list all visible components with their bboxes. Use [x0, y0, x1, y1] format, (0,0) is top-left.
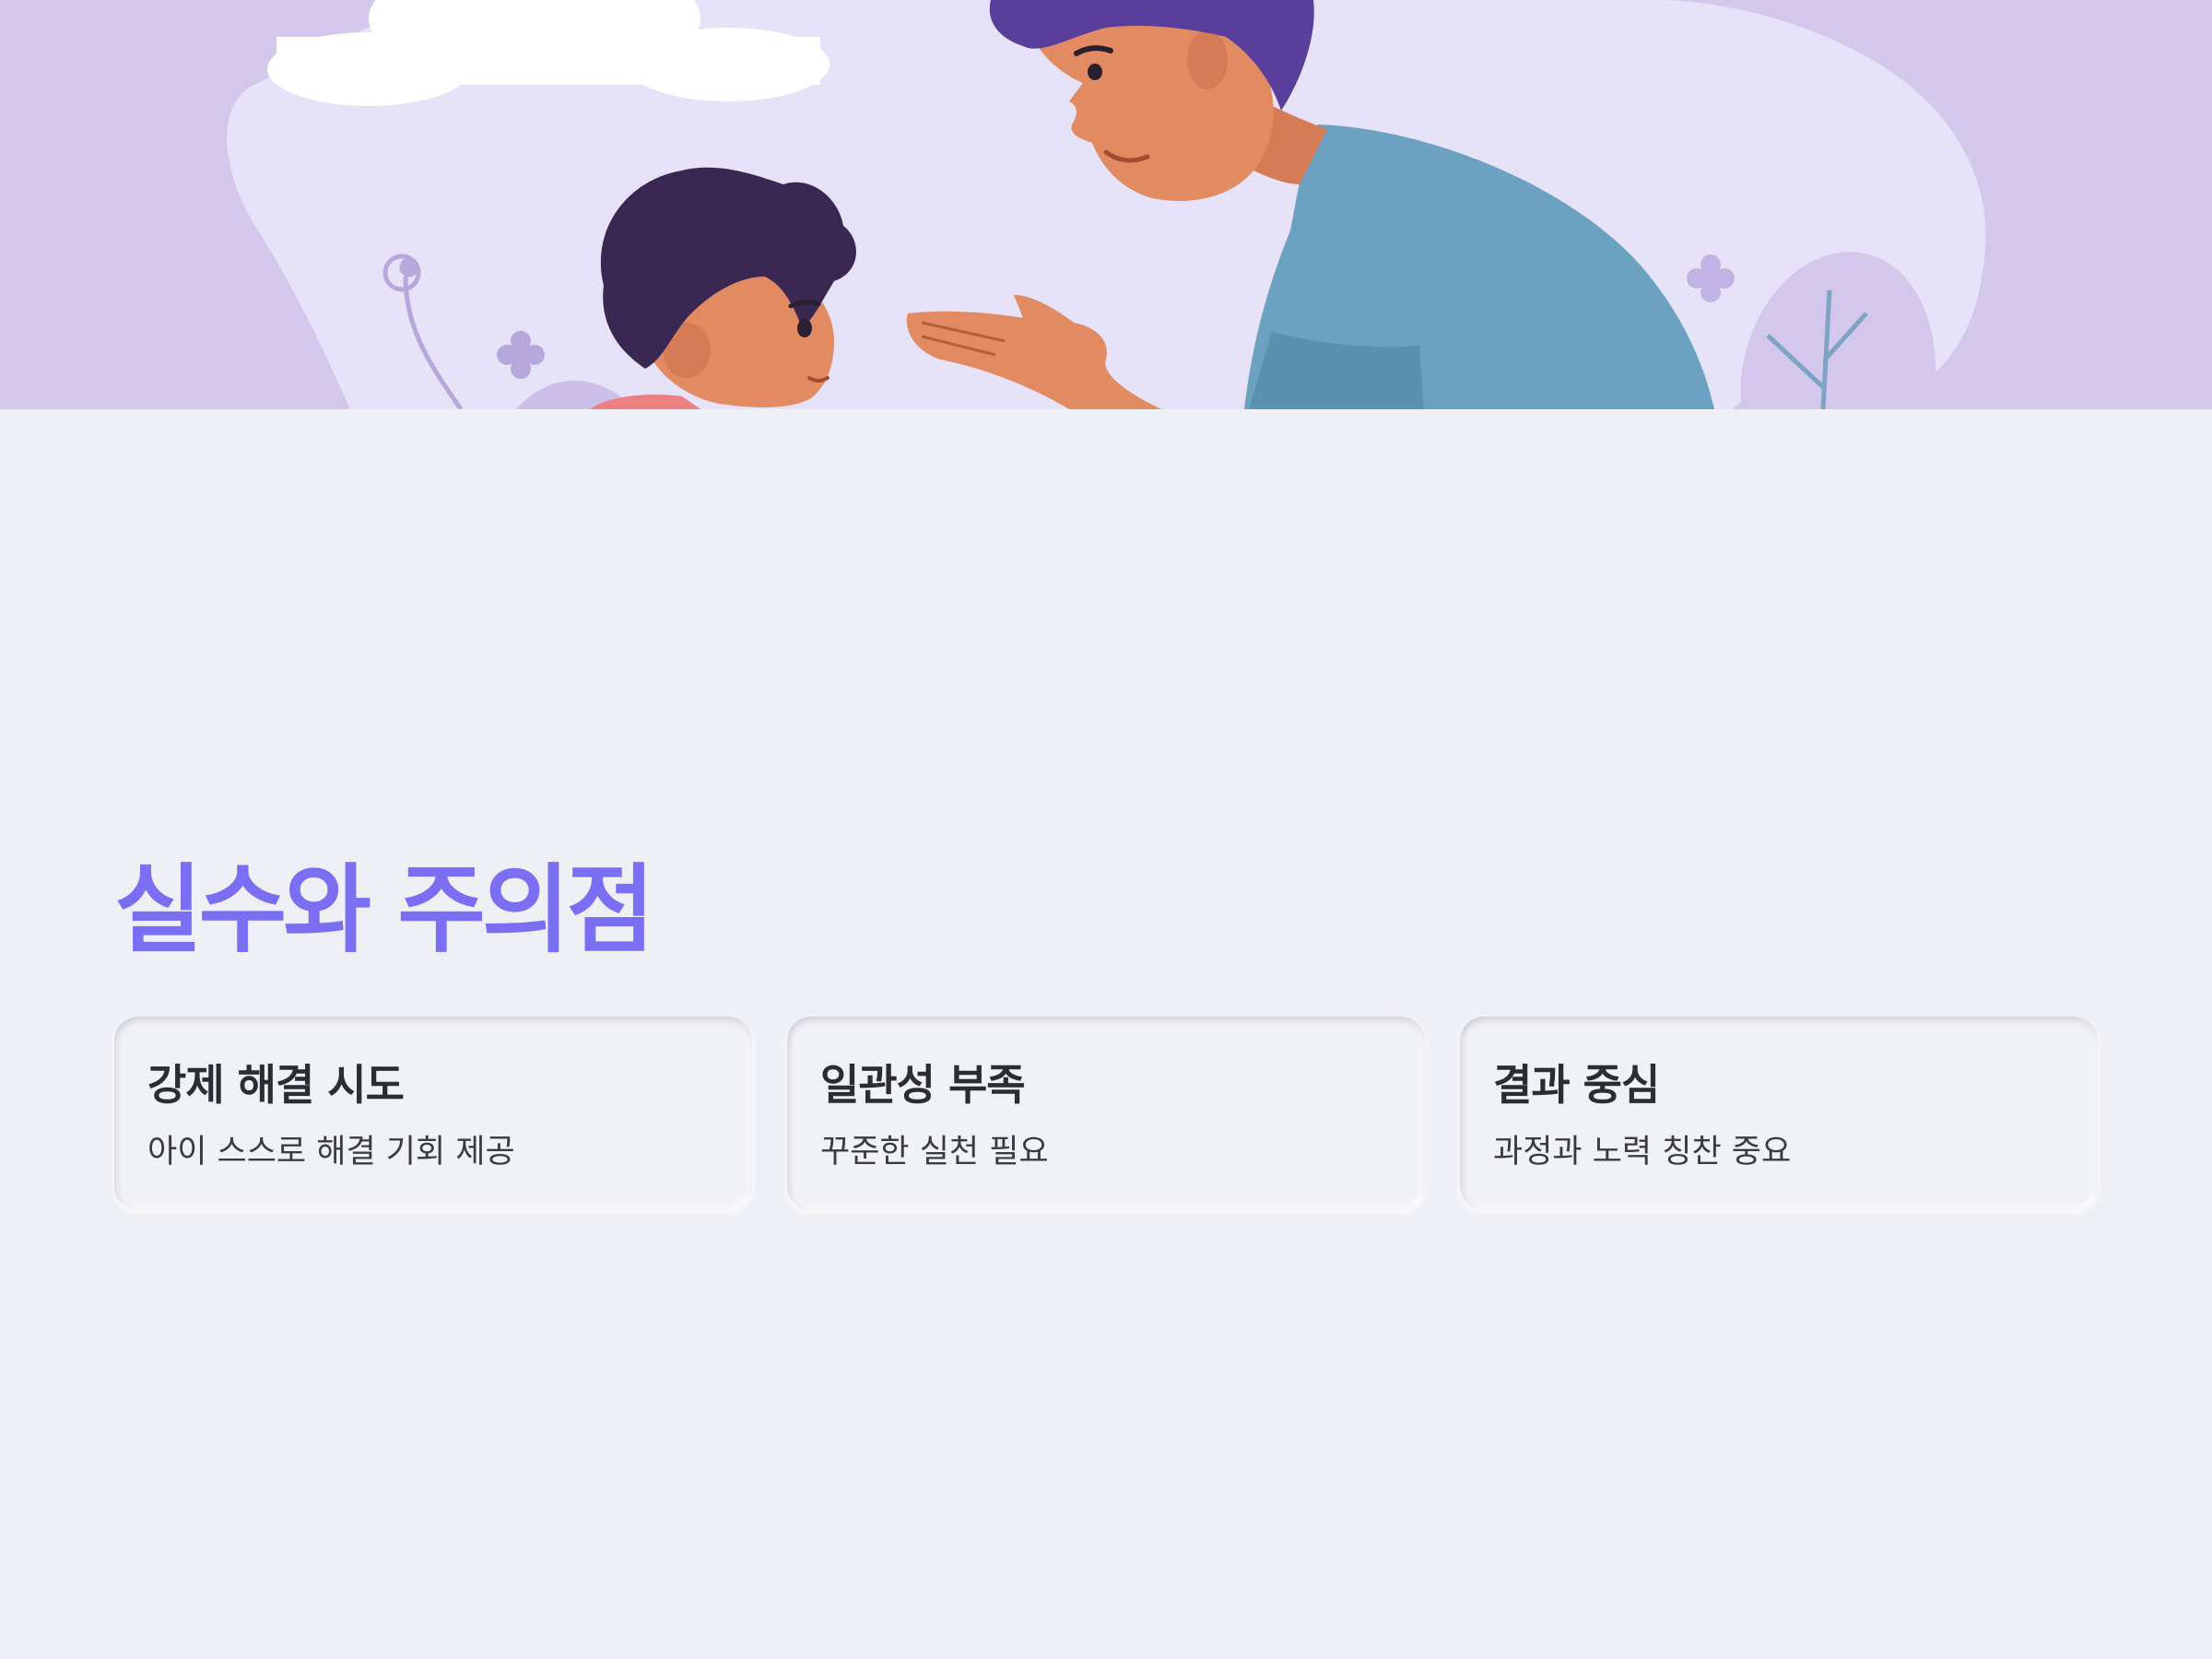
parent-child-illustration-svg: [0, 0, 2212, 409]
parent-eye: [1088, 64, 1102, 80]
info-card: 일관성 부족 꾸준한 실천 필요: [787, 1017, 1425, 1210]
card-title: 일관성 부족: [820, 1060, 1026, 1110]
hero-illustration: [0, 0, 2212, 409]
child-eye: [797, 319, 812, 337]
info-card: 결과 중심 과정과 노력 칭찬 중요: [1460, 1017, 2098, 1210]
card-description: 꾸준한 실천 필요: [820, 1134, 1049, 1171]
card-description: 아이 스스로 해결 기회 제공: [147, 1134, 515, 1171]
section-title: 실수와 주의점: [114, 853, 654, 966]
info-card: 강제 해결 시도 아이 스스로 해결 기회 제공: [114, 1017, 752, 1210]
card-title: 결과 중심: [1493, 1060, 1660, 1110]
card-title: 강제 해결 시도: [147, 1060, 405, 1110]
slide: 실수와 주의점 강제 해결 시도 아이 스스로 해결 기회 제공 일관성 부족 …: [0, 0, 2212, 1659]
parent-ear: [1187, 30, 1228, 89]
card-row: 강제 해결 시도 아이 스스로 해결 기회 제공 일관성 부족 꾸준한 실천 필…: [114, 1017, 2098, 1210]
card-description: 과정과 노력 칭찬 중요: [1493, 1134, 1792, 1171]
